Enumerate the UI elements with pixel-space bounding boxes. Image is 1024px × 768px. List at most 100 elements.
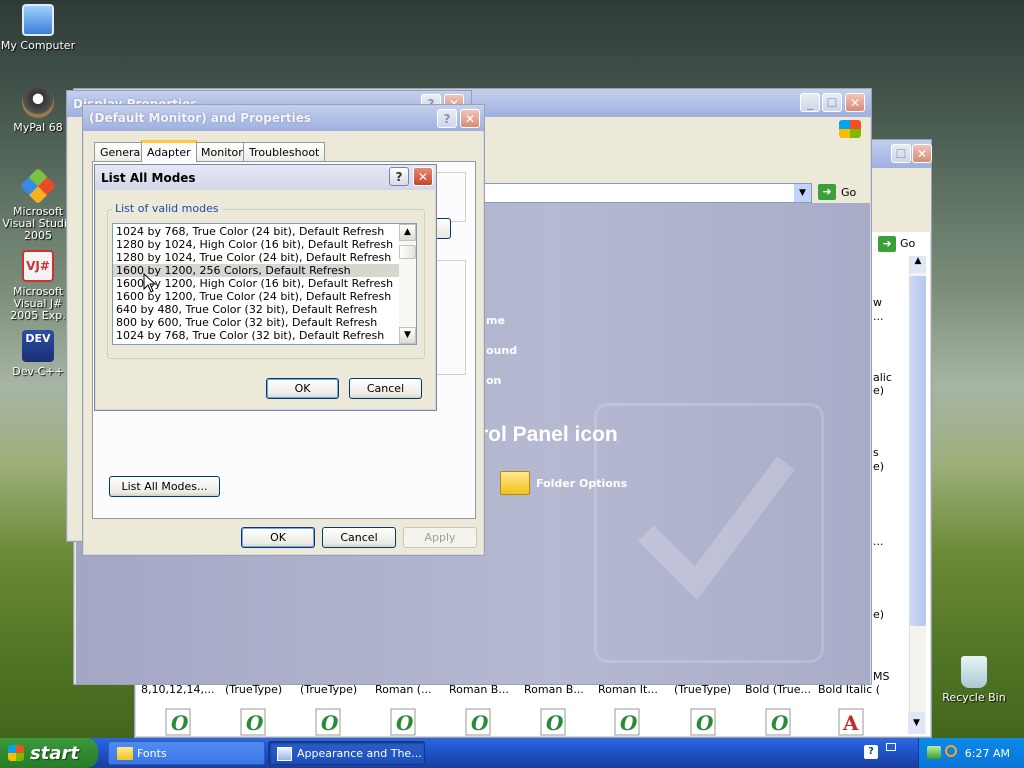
desktop-icon-visual-studio[interactable]: Microsoft Visual Studio 2005 <box>0 167 76 242</box>
scrollbar-vertical[interactable]: ▲ <box>909 256 926 734</box>
list-all-modes-button[interactable]: List All Modes... <box>109 476 220 497</box>
close-button[interactable]: ✕ <box>413 167 433 186</box>
windows-flag-icon <box>8 745 24 761</box>
taskbar-button-fonts[interactable]: Fonts <box>108 741 265 765</box>
help-button[interactable]: ? <box>437 109 457 128</box>
side-snippet: e) <box>873 460 885 473</box>
search-tray-icon[interactable] <box>945 745 957 757</box>
cancel-button[interactable]: Cancel <box>349 378 422 399</box>
opentype-font-icon[interactable]: O <box>315 708 341 736</box>
apply-button[interactable]: Apply <box>403 527 477 548</box>
opentype-font-icon[interactable]: O <box>614 708 640 736</box>
desktop-icon-label: My Computer <box>0 39 76 52</box>
folder-options-link[interactable]: Folder Options <box>536 477 627 490</box>
opentype-font-icon[interactable]: O <box>690 708 716 736</box>
opentype-font-icon[interactable]: O <box>240 708 266 736</box>
svg-text:O: O <box>171 711 189 735</box>
control-panel-icon <box>277 747 292 761</box>
list-item[interactable]: 1024 by 768, True Color (24 bit), Defaul… <box>113 225 400 238</box>
maximize-button[interactable]: ☐ <box>891 144 911 163</box>
clock[interactable]: 6:27 AM <box>965 747 1010 760</box>
task-link[interactable]: on <box>486 374 501 387</box>
side-snippet: e) <box>873 608 885 621</box>
groupbox-label: List of valid modes <box>112 202 222 215</box>
desktop-icon-label: Dev-C++ <box>12 365 64 378</box>
raccoon-icon <box>22 86 54 118</box>
desktop-icon-label: Microsoft Visual Studio 2005 <box>2 205 74 242</box>
pick-icon-heading: trol Panel icon <box>473 423 618 446</box>
desktop-icon-label: Microsoft Visual J# 2005 Exp. <box>10 285 66 322</box>
desktop-icon-dev-cpp[interactable]: DEV Dev-C++ <box>0 330 76 378</box>
recycle-bin-icon <box>961 656 987 688</box>
side-snippet: ... <box>873 535 884 548</box>
scroll-up-arrow-icon[interactable]: ▲ <box>910 256 926 273</box>
system-tray: 6:27 AM <box>918 738 1024 768</box>
window-title: List All Modes <box>101 170 196 185</box>
svg-text:O: O <box>246 711 264 735</box>
close-button[interactable]: ✕ <box>912 144 932 163</box>
tab-monitor[interactable]: Monitor <box>195 142 249 162</box>
go-arrow-icon[interactable]: ➜ <box>878 236 896 252</box>
checkmark-glyph-icon <box>638 456 795 600</box>
go-label[interactable]: Go <box>841 186 856 199</box>
svg-text:O: O <box>471 711 489 735</box>
close-button[interactable]: ✕ <box>845 93 865 112</box>
close-button[interactable]: ✕ <box>460 109 480 128</box>
scroll-thumb[interactable] <box>399 245 416 259</box>
minimize-button[interactable]: _ <box>800 93 820 112</box>
scroll-up-arrow-icon[interactable]: ▲ <box>399 224 416 241</box>
list-modes-titlebar[interactable]: List All Modes <box>95 165 436 190</box>
my-computer-icon <box>22 4 54 36</box>
ok-button[interactable]: OK <box>241 527 315 548</box>
desktop-icon-label: Recycle Bin <box>942 691 1006 704</box>
monitor-properties-titlebar[interactable]: (Default Monitor) and Properties <box>83 105 484 131</box>
scroll-down-arrow-icon[interactable]: ▼ <box>399 327 416 344</box>
scrollbar-vertical-lower[interactable]: ▼ <box>908 712 925 734</box>
opentype-font-icon[interactable]: O <box>540 708 566 736</box>
list-item[interactable]: 1280 by 1024, High Color (16 bit), Defau… <box>113 238 400 251</box>
truetype-font-icon[interactable]: A <box>838 708 864 736</box>
modes-listbox[interactable]: 1024 by 768, True Color (24 bit), Defaul… <box>112 223 417 345</box>
side-snippet: e) <box>873 384 885 397</box>
opentype-font-icon[interactable]: O <box>465 708 491 736</box>
help-button[interactable]: ? <box>389 167 409 186</box>
svg-text:O: O <box>321 711 339 735</box>
language-bar-restore-icon[interactable] <box>886 743 896 751</box>
start-button[interactable]: start <box>0 738 98 768</box>
svg-text:O: O <box>396 711 414 735</box>
go-label[interactable]: Go <box>900 237 915 250</box>
dev-cpp-icon: DEV <box>22 330 54 362</box>
list-item[interactable]: 1280 by 1024, True Color (24 bit), Defau… <box>113 251 400 264</box>
jsharp-icon: VJ# <box>22 250 54 282</box>
cancel-button[interactable]: Cancel <box>322 527 396 548</box>
desktop-icon-mypal[interactable]: MyPal 68 <box>0 86 76 134</box>
taskbar-button-appearance[interactable]: Appearance and The... <box>268 741 425 765</box>
desktop-icon-recycle-bin[interactable]: Recycle Bin <box>936 656 1012 704</box>
folder-options-icon[interactable] <box>500 471 530 495</box>
side-snippet: MS <box>873 670 890 683</box>
tab-troubleshoot[interactable]: Troubleshoot <box>243 142 326 162</box>
ok-button[interactable]: OK <box>266 378 339 399</box>
language-bar-help-icon[interactable]: ? <box>864 745 878 759</box>
opentype-font-icon[interactable]: O <box>765 708 791 736</box>
list-item[interactable]: 1024 by 768, True Color (32 bit), Defaul… <box>113 329 400 342</box>
go-arrow-icon[interactable]: ➜ <box>818 184 836 200</box>
side-snippet: s <box>873 446 879 459</box>
desktop-icon-my-computer[interactable]: My Computer <box>0 4 76 52</box>
desktop-icon-visual-jsharp[interactable]: VJ# Microsoft Visual J# 2005 Exp. <box>0 250 76 322</box>
list-item[interactable]: 640 by 480, True Color (32 bit), Default… <box>113 303 400 316</box>
svg-text:O: O <box>771 711 789 735</box>
network-tray-icon[interactable] <box>927 746 941 759</box>
task-link[interactable]: ound <box>486 344 517 357</box>
opentype-font-icon[interactable]: O <box>165 708 191 736</box>
tab-adapter[interactable]: Adapter <box>141 140 197 162</box>
task-link[interactable]: me <box>486 314 505 327</box>
address-bar[interactable]: ▼ <box>454 183 812 203</box>
opentype-font-icon[interactable]: O <box>390 708 416 736</box>
scroll-thumb[interactable] <box>910 276 926 626</box>
listbox-scrollbar[interactable]: ▲ ▼ <box>399 224 416 344</box>
list-item[interactable]: 800 by 600, True Color (32 bit), Default… <box>113 316 400 329</box>
visual-studio-icon <box>19 167 57 205</box>
dropdown-arrow-icon[interactable]: ▼ <box>794 184 811 202</box>
maximize-button[interactable]: ☐ <box>822 93 842 112</box>
